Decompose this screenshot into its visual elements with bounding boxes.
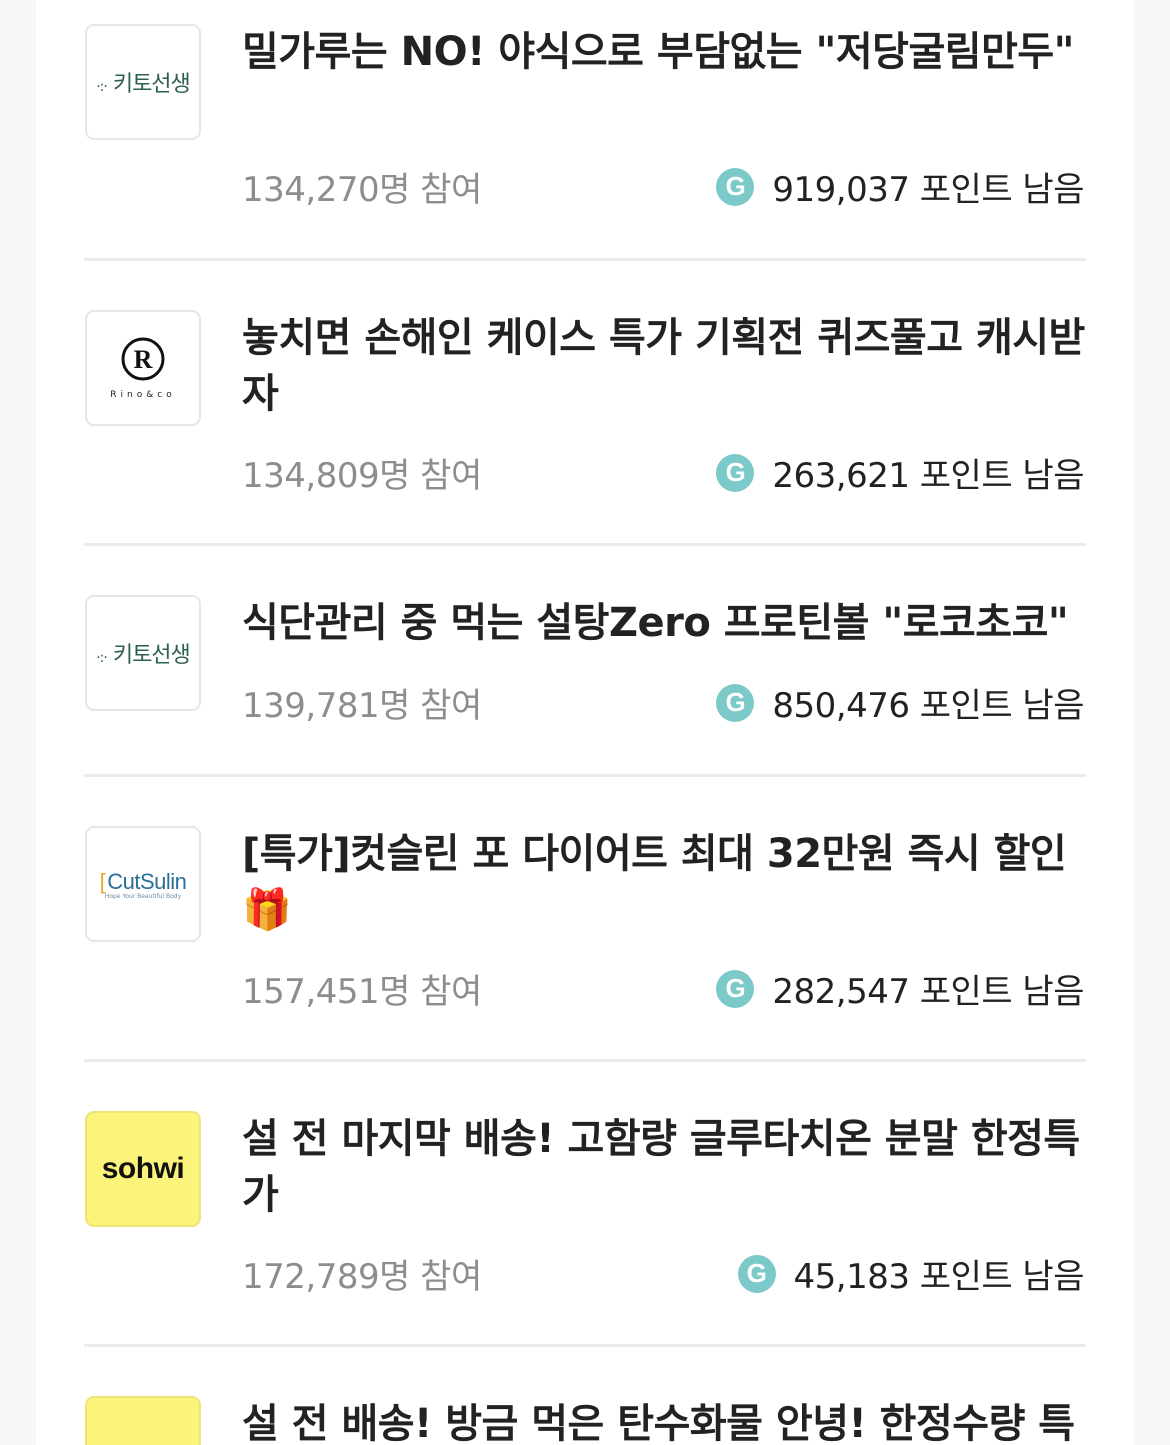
brand-logo: ·:· 키토선생 <box>85 595 201 711</box>
offer-item[interactable]: ·:· 키토선생 식단관리 중 먹는 설탕Zero 프로틴볼 "로코초코" 139… <box>36 546 1134 774</box>
participant-count: 134,809명 참여 <box>242 456 482 496</box>
point-coin-icon: G <box>737 1254 776 1293</box>
brand-logo-text: [CutSulin <box>99 868 187 894</box>
points-remaining: G 263,621 포인트 남음 <box>716 448 1084 497</box>
point-coin-icon: G <box>716 453 755 492</box>
participant-count: 157,451명 참여 <box>242 972 482 1012</box>
offer-title: 놓치면 손해인 케이스 특가 기획전 퀴즈풀고 캐시받자 <box>242 315 1085 417</box>
brand-logo-text: Rino&co <box>110 390 176 400</box>
points-remaining: G 919,037 포인트 남음 <box>716 162 1084 211</box>
offer-title: 설 전 배송! 방금 먹은 탄수화물 안녕! 한정수량 특 <box>242 1401 1075 1445</box>
offer-item[interactable]: R Rino&co 놓치면 손해인 케이스 특가 기획전 퀴즈풀고 캐시받자 1… <box>36 261 1134 543</box>
brand-logo: [CutSulin Hope Your Beautiful Body <box>85 826 201 942</box>
rino-mark-icon: R <box>121 337 165 381</box>
svg-text:R: R <box>134 345 153 374</box>
brand-logo-text: ·:· 키토선생 <box>96 643 191 668</box>
points-text: 850,476 포인트 남음 <box>772 686 1084 726</box>
points-text: 45,183 포인트 남음 <box>793 1257 1085 1297</box>
brand-logo: R Rino&co <box>85 310 201 426</box>
brand-logo: ·:· 키토선생 <box>85 24 201 140</box>
point-coin-icon: G <box>716 969 755 1008</box>
offer-title: 설 전 마지막 배송! 고함량 글루타치온 분말 한정특가 <box>242 1116 1080 1218</box>
offer-title: 식단관리 중 먹는 설탕Zero 프로틴볼 "로코초코" <box>242 600 1069 646</box>
points-text: 263,621 포인트 남음 <box>772 456 1084 496</box>
point-coin-icon: G <box>716 167 755 206</box>
offer-title: 밀가루는 NO! 야식으로 부담없는 "저당굴림만두" <box>242 29 1075 75</box>
brand-logo: sohwi <box>85 1111 201 1227</box>
offer-item[interactable]: sohwi 설 전 배송! 방금 먹은 탄수화물 안녕! 한정수량 특 <box>36 1347 1134 1445</box>
brand-logo-text: sohwi <box>101 1152 185 1185</box>
points-text: 919,037 포인트 남음 <box>772 170 1084 210</box>
points-remaining: G 45,183 포인트 남음 <box>737 1249 1085 1298</box>
offer-item[interactable]: ·:· 키토선생 밀가루는 NO! 야식으로 부담없는 "저당굴림만두" 134,… <box>36 0 1134 258</box>
point-coin-icon: G <box>716 683 755 722</box>
brand-tagline: Hope Your Beautiful Body <box>104 892 182 900</box>
participant-count: 139,781명 참여 <box>242 686 482 726</box>
points-remaining: G 850,476 포인트 남음 <box>716 678 1084 727</box>
offer-item[interactable]: sohwi 설 전 마지막 배송! 고함량 글루타치온 분말 한정특가 172,… <box>36 1062 1134 1344</box>
gift-icon: 🎁 <box>242 887 292 933</box>
points-text: 282,547 포인트 남음 <box>772 972 1084 1012</box>
points-remaining: G 282,547 포인트 남음 <box>716 964 1084 1013</box>
offer-item[interactable]: [CutSulin Hope Your Beautiful Body [특가]컷… <box>36 777 1134 1059</box>
brand-logo: sohwi <box>85 1396 201 1445</box>
offer-title: [특가]컷슬린 포 다이어트 최대 32만원 즉시 할인 🎁 <box>242 831 1067 933</box>
brand-logo-text: ·:· 키토선생 <box>96 72 191 97</box>
participant-count: 134,270명 참여 <box>242 170 482 210</box>
participant-count: 172,789명 참여 <box>242 1257 482 1297</box>
